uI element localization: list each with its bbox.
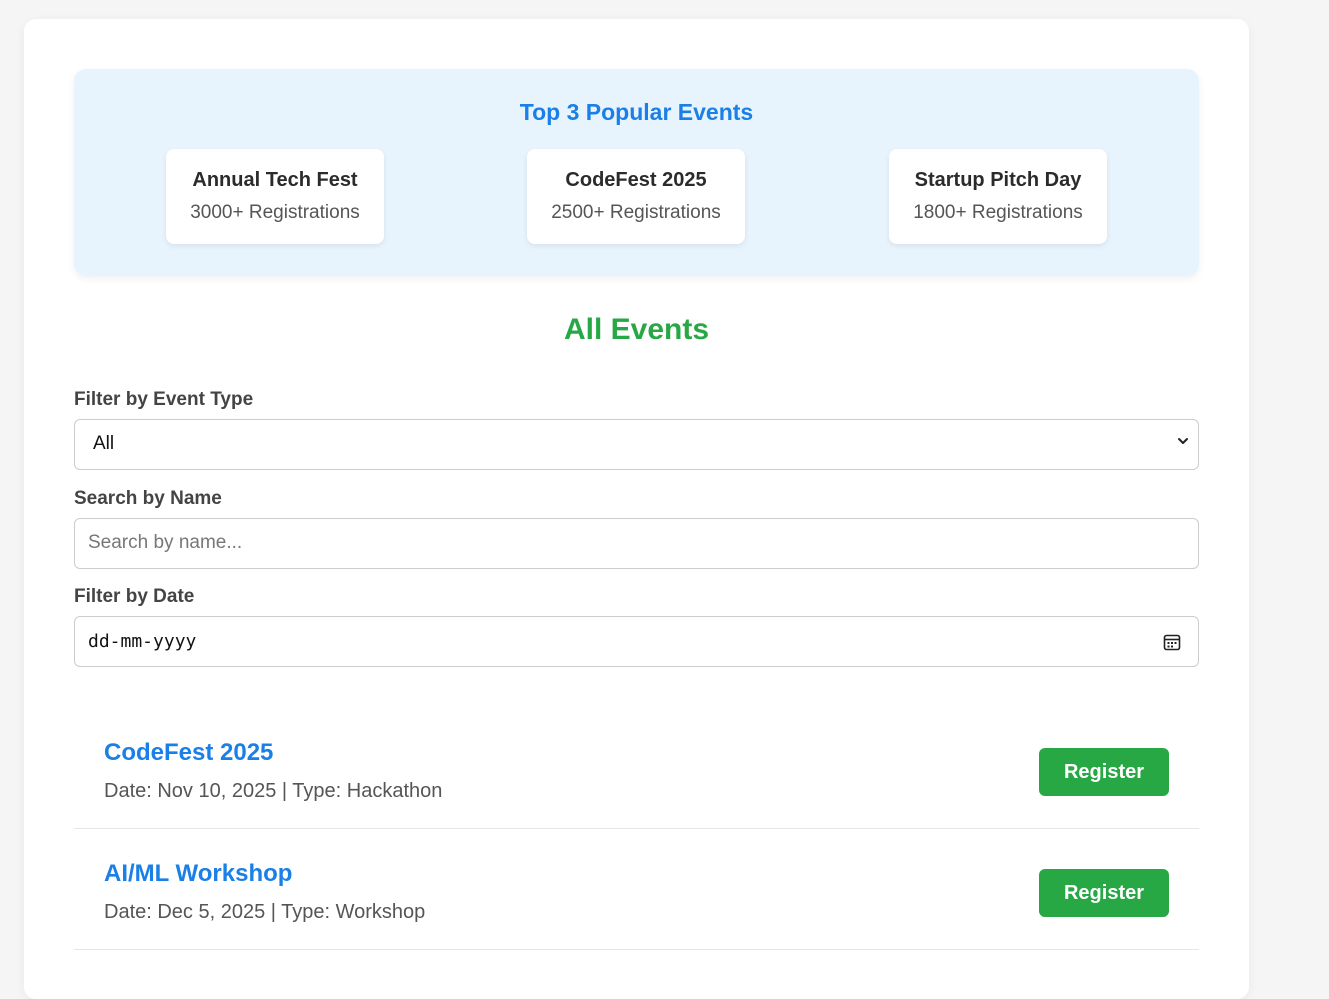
all-events-title: All Events — [563, 313, 710, 346]
calendar-icon[interactable] — [1162, 632, 1182, 652]
main-card: Top 3 Popular Events Annual Tech Fest 30… — [24, 19, 1249, 999]
event-name[interactable]: AI/ML Workshop — [104, 860, 292, 888]
search-placeholder: Search by name... — [88, 532, 243, 553]
popular-event-registrations: 1800+ Registrations — [913, 202, 1083, 223]
popular-event-card[interactable]: Startup Pitch Day 1800+ Registrations — [889, 149, 1107, 244]
popular-event-registrations: 3000+ Registrations — [190, 202, 360, 223]
event-name[interactable]: CodeFest 2025 — [104, 739, 273, 767]
date-input[interactable]: dd-mm-yyyy — [74, 616, 1199, 667]
event-list-item: CodeFest 2025 Date: Nov 10, 2025 | Type:… — [74, 708, 1199, 829]
chevron-down-icon — [1178, 438, 1188, 444]
event-meta: Date: Dec 5, 2025 | Type: Workshop — [104, 901, 426, 923]
event-meta: Date: Nov 10, 2025 | Type: Hackathon — [104, 780, 443, 802]
event-type-label: Filter by Event Type — [74, 389, 254, 410]
register-button[interactable]: Register — [1039, 869, 1169, 917]
event-list-item: AI/ML Workshop Date: Dec 5, 2025 | Type:… — [74, 829, 1199, 950]
popular-event-name: Startup Pitch Day — [914, 169, 1082, 191]
popular-events-title: Top 3 Popular Events — [519, 99, 754, 125]
search-label: Search by Name — [74, 488, 222, 509]
popular-events-panel: Top 3 Popular Events Annual Tech Fest 30… — [74, 69, 1199, 276]
popular-event-name: Annual Tech Fest — [192, 169, 358, 191]
popular-event-card[interactable]: CodeFest 2025 2500+ Registrations — [527, 149, 745, 244]
date-label: Filter by Date — [74, 586, 195, 607]
register-button[interactable]: Register — [1039, 748, 1169, 796]
popular-event-registrations: 2500+ Registrations — [551, 202, 721, 223]
date-input-value: dd-mm-yyyy — [88, 631, 197, 652]
search-input[interactable]: Search by name... — [74, 518, 1199, 569]
event-type-selected-value: All — [93, 433, 115, 454]
popular-event-name: CodeFest 2025 — [565, 169, 707, 191]
popular-event-card[interactable]: Annual Tech Fest 3000+ Registrations — [166, 149, 384, 244]
event-type-select[interactable]: All — [74, 419, 1199, 470]
